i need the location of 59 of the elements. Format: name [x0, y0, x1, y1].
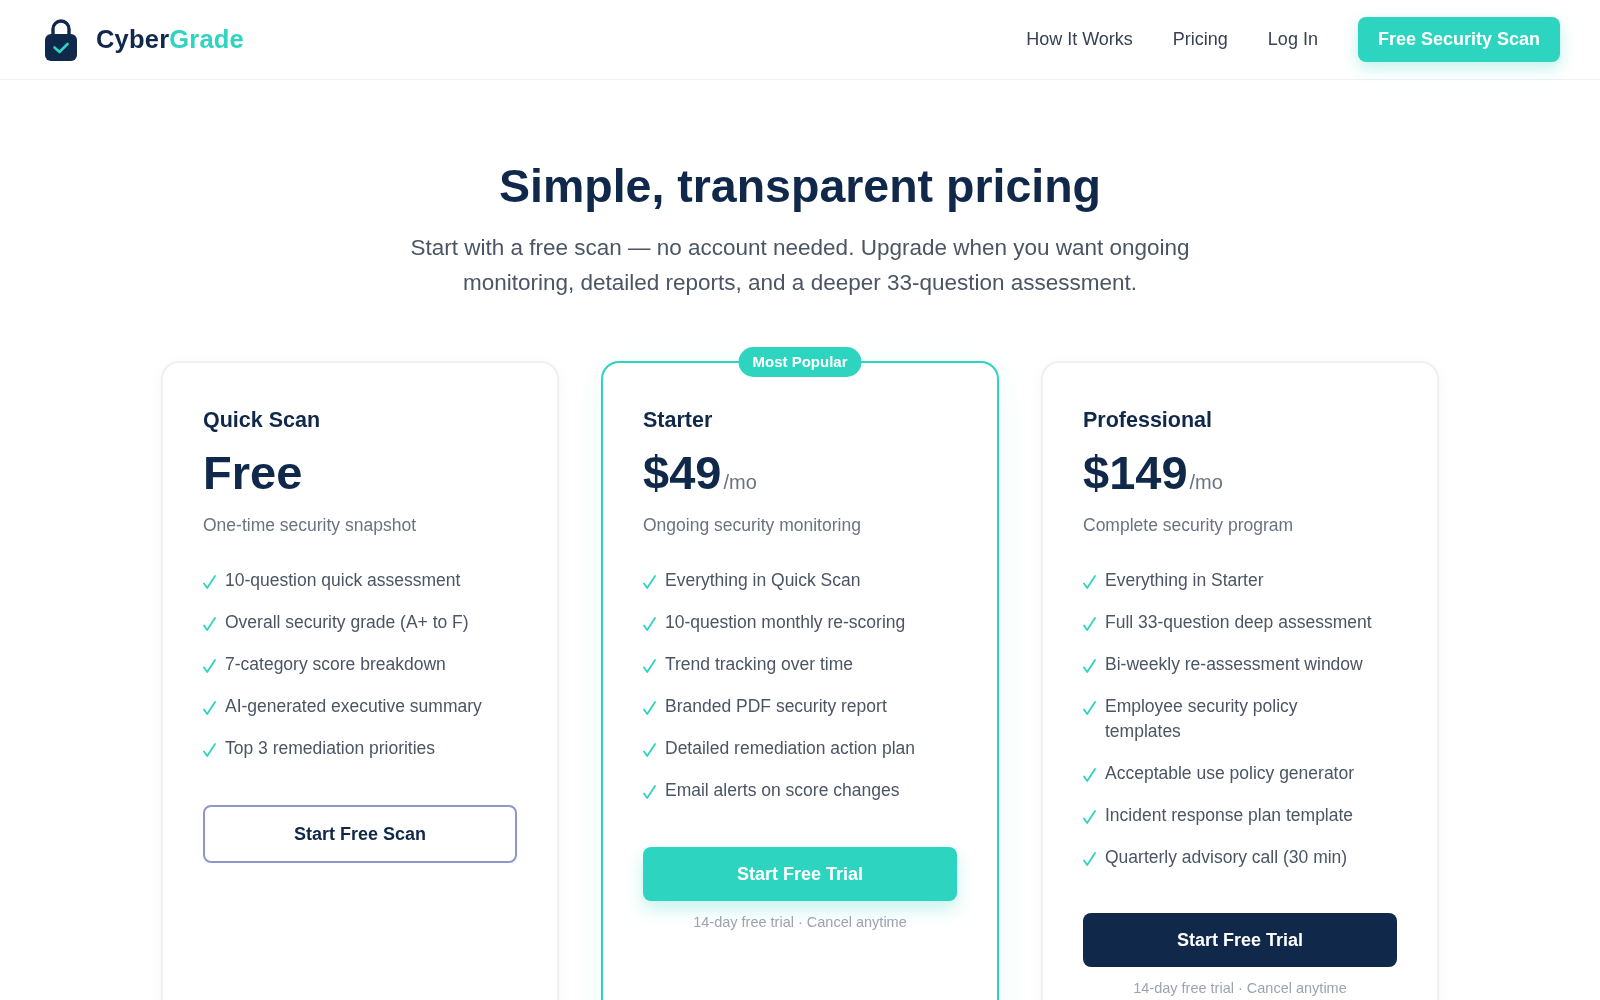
feature-text: Employee security policy templates: [1105, 695, 1299, 743]
page-title: Simple, transparent pricing: [498, 159, 1102, 214]
check-icon: [643, 575, 656, 589]
plan-name: Professional: [1083, 407, 1214, 434]
check-icon: [643, 701, 656, 715]
trial-note: 14-day free trial · Cancel anytime: [692, 912, 908, 931]
feature-text: 10-question quick assessment: [225, 569, 461, 592]
check-icon: [1083, 851, 1096, 866]
feature-text: Email alerts on score changes: [665, 779, 900, 802]
feature-text: Acceptable use policy generator: [1105, 761, 1355, 785]
trial-note: 14-day free trial · Cancel anytime: [1132, 979, 1348, 997]
feature-text: Incident response plan template: [1105, 803, 1354, 827]
check-icon: [643, 785, 656, 799]
check-icon: [203, 617, 216, 631]
check-icon: [203, 659, 216, 673]
check-icon: [643, 659, 656, 673]
check-icon: [1083, 659, 1096, 673]
price-period: /mo: [1189, 471, 1223, 494]
plan-description: One-time security snapshot: [203, 514, 417, 537]
price-amount: $149: [1083, 445, 1188, 501]
feature-text: Bi-weekly re-assessment window: [1105, 653, 1363, 676]
feature-text: Everything in Starter: [1105, 569, 1264, 592]
plan-name: Starter: [643, 407, 714, 434]
feature-text: 10-question monthly re-scoring: [665, 611, 906, 634]
feature-text: Branded PDF security report: [665, 695, 887, 718]
feature-text: AI-generated executive summary: [225, 695, 482, 718]
feature-text: Everything in Quick Scan: [665, 569, 861, 592]
feature-text: 7-category score breakdown: [225, 653, 446, 676]
page-subtitle: Start with a free scan — no account needed. Upgrade when you want ongoing monitoring, detailed reports, and a deeper 33-question assessment.: [409, 234, 1191, 297]
plan-button[interactable]: Start Free Trial: [1083, 913, 1397, 967]
check-icon: [1083, 809, 1096, 824]
price-amount: $49: [643, 445, 722, 501]
check-icon: [1083, 575, 1096, 589]
check-icon: [1083, 701, 1096, 715]
price-period: /mo: [723, 471, 757, 494]
check-icon: [203, 743, 216, 757]
feature-text: Full 33-question deep assessment: [1105, 611, 1372, 634]
check-icon: [643, 617, 656, 631]
brand-name[interactable]: CyberGrade: [96, 25, 244, 54]
nav-link[interactable]: How It Works: [1026, 29, 1133, 50]
feature-text: Detailed remediation action plan: [665, 737, 916, 760]
check-icon: [643, 743, 656, 757]
plan-button[interactable]: Start Free Scan: [203, 804, 517, 863]
plan-description: Ongoing security monitoring: [643, 514, 862, 537]
plan-name: Quick Scan: [203, 407, 322, 434]
padlock-check-icon: [44, 18, 78, 61]
feature-text: Overall security grade (A+ to F): [225, 611, 469, 634]
feature-text: Trend tracking over time: [665, 653, 854, 676]
price-amount: Free: [203, 445, 303, 501]
feature-text: Top 3 remediation priorities: [225, 737, 436, 760]
check-icon: [203, 701, 216, 715]
check-icon: [203, 575, 216, 589]
nav-link[interactable]: Pricing: [1172, 29, 1228, 50]
check-icon: [1083, 617, 1096, 631]
plan-description: Complete security program: [1083, 514, 1295, 537]
popular-badge: Most Popular: [738, 347, 862, 377]
check-icon: [1083, 767, 1096, 782]
feature-text: Quarterly advisory call (30 min): [1105, 845, 1348, 869]
nav-link[interactable]: Log In: [1267, 29, 1318, 50]
